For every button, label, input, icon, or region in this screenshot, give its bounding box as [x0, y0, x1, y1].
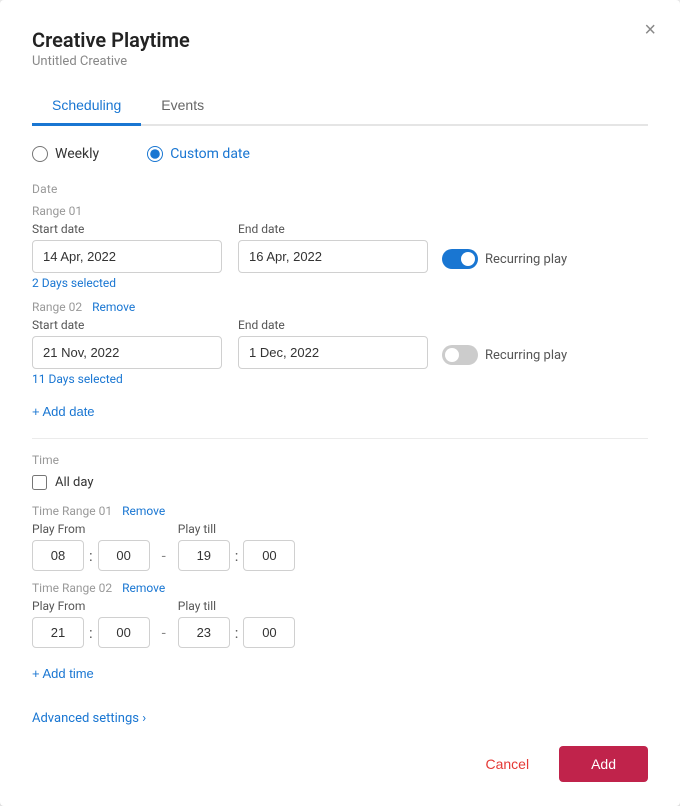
days-selected-02: 11 Days selected — [32, 372, 648, 386]
radio-weekly[interactable]: Weekly — [32, 146, 99, 162]
colon-01a: : — [86, 547, 96, 565]
range-01-label: Range 01 — [32, 204, 82, 218]
radio-weekly-input[interactable] — [32, 146, 48, 162]
range-02-label: Range 02 — [32, 300, 82, 314]
modal-footer: Cancel Add — [0, 726, 680, 782]
allday-row: All day — [32, 475, 648, 490]
end-date-input-02[interactable] — [238, 336, 428, 369]
play-till-fields-02: : — [178, 617, 296, 648]
play-till-m-01[interactable] — [243, 540, 295, 571]
end-date-group-02: End date Recurring play — [238, 318, 567, 369]
recurring-toggle-01[interactable] — [442, 249, 478, 269]
divider — [32, 438, 648, 439]
time-section-label: Time — [32, 453, 648, 467]
end-date-group-01: End date Recurring play — [238, 222, 567, 273]
end-date-input-01[interactable] — [238, 240, 428, 273]
time-range-02: Time Range 02 Remove Play From : - Play … — [32, 581, 648, 648]
play-till-label-01: Play till — [178, 522, 296, 536]
time-row-02: Play From : - Play till : — [32, 599, 648, 648]
play-from-fields-01: : — [32, 540, 150, 571]
play-till-label-02: Play till — [178, 599, 296, 613]
recurring-toggle-02[interactable] — [442, 345, 478, 365]
allday-label: All day — [55, 475, 94, 490]
radio-custom-date-input[interactable] — [147, 146, 163, 162]
end-date-label-01: End date — [238, 222, 428, 236]
play-from-m-02[interactable] — [98, 617, 150, 648]
radio-custom-date[interactable]: Custom date — [147, 146, 250, 162]
end-date-label-02: End date — [238, 318, 428, 332]
play-from-fields-02: : — [32, 617, 150, 648]
add-date-label: + Add date — [32, 404, 95, 419]
time-range-01-header: Time Range 01 Remove — [32, 504, 648, 518]
play-till-h-01[interactable] — [178, 540, 230, 571]
radio-weekly-label: Weekly — [55, 146, 99, 162]
play-till-fields-01: : — [178, 540, 296, 571]
time-range-02-remove[interactable]: Remove — [122, 581, 165, 595]
modal-header: Creative Playtime Untitled Creative × Sc… — [0, 0, 680, 126]
start-date-label-02: Start date — [32, 318, 222, 332]
colon-01b: : — [232, 547, 242, 565]
range-02-remove-link[interactable]: Remove — [92, 300, 135, 314]
time-row-01: Play From : - Play till : — [32, 522, 648, 571]
play-from-group-02: Play From : — [32, 599, 150, 648]
start-date-label-01: Start date — [32, 222, 222, 236]
allday-checkbox[interactable] — [32, 475, 47, 490]
add-button[interactable]: Add — [559, 746, 648, 782]
time-range-01-remove[interactable]: Remove — [122, 504, 165, 518]
recurring-label-02: Recurring play — [485, 348, 567, 363]
modal-body: Weekly Custom date Date Range 01 Start d… — [0, 126, 680, 726]
play-till-h-02[interactable] — [178, 617, 230, 648]
time-range-01: Time Range 01 Remove Play From : - Play … — [32, 504, 648, 571]
radio-group: Weekly Custom date — [32, 146, 648, 162]
toggle-slider-01 — [442, 249, 478, 269]
toggle-group-01: Recurring play — [442, 249, 567, 269]
start-date-group-02: Start date — [32, 318, 222, 369]
end-date-field-02: End date — [238, 318, 428, 369]
play-from-group-01: Play From : — [32, 522, 150, 571]
start-date-input-01[interactable] — [32, 240, 222, 273]
colon-02b: : — [232, 624, 242, 642]
range-02-header: Range 02 Remove — [32, 300, 648, 314]
add-time-button[interactable]: + Add time — [32, 666, 94, 681]
close-button[interactable]: × — [640, 16, 660, 44]
toggle-group-02: Recurring play — [442, 345, 567, 365]
start-date-input-02[interactable] — [32, 336, 222, 369]
modal-subtitle: Untitled Creative — [32, 54, 648, 69]
tab-events[interactable]: Events — [141, 87, 224, 126]
cancel-button[interactable]: Cancel — [469, 746, 545, 782]
tabs-container: Scheduling Events — [32, 87, 648, 126]
toggle-slider-02 — [442, 345, 478, 365]
end-date-field-01: End date — [238, 222, 428, 273]
time-dash-01: - — [162, 547, 166, 565]
time-range-01-label: Time Range 01 — [32, 504, 112, 518]
play-from-m-01[interactable] — [98, 540, 150, 571]
tab-scheduling[interactable]: Scheduling — [32, 87, 141, 126]
time-dash-02: - — [162, 624, 166, 642]
modal-container: Creative Playtime Untitled Creative × Sc… — [0, 0, 680, 806]
date-row-01: Start date End date Recurring play — [32, 222, 648, 273]
modal-title: Creative Playtime — [32, 28, 648, 52]
days-selected-01: 2 Days selected — [32, 276, 648, 290]
colon-02a: : — [86, 624, 96, 642]
play-from-h-02[interactable] — [32, 617, 84, 648]
radio-custom-date-label: Custom date — [170, 146, 250, 162]
play-till-group-01: Play till : — [178, 522, 296, 571]
date-section-label: Date — [32, 182, 648, 196]
time-range-02-label: Time Range 02 — [32, 581, 112, 595]
date-row-02: Start date End date Recurring play — [32, 318, 648, 369]
play-from-label-01: Play From — [32, 522, 150, 536]
play-till-m-02[interactable] — [243, 617, 295, 648]
add-date-button[interactable]: + Add date — [32, 404, 95, 419]
add-time-label: + Add time — [32, 666, 94, 681]
date-range-02: Range 02 Remove Start date End date — [32, 300, 648, 386]
time-range-02-header: Time Range 02 Remove — [32, 581, 648, 595]
play-from-label-02: Play From — [32, 599, 150, 613]
start-date-group-01: Start date — [32, 222, 222, 273]
recurring-label-01: Recurring play — [485, 252, 567, 267]
play-till-group-02: Play till : — [178, 599, 296, 648]
advanced-settings-link[interactable]: Advanced settings › — [32, 711, 146, 726]
range-01-header: Range 01 — [32, 204, 648, 218]
date-range-01: Range 01 Start date End date — [32, 204, 648, 290]
play-from-h-01[interactable] — [32, 540, 84, 571]
